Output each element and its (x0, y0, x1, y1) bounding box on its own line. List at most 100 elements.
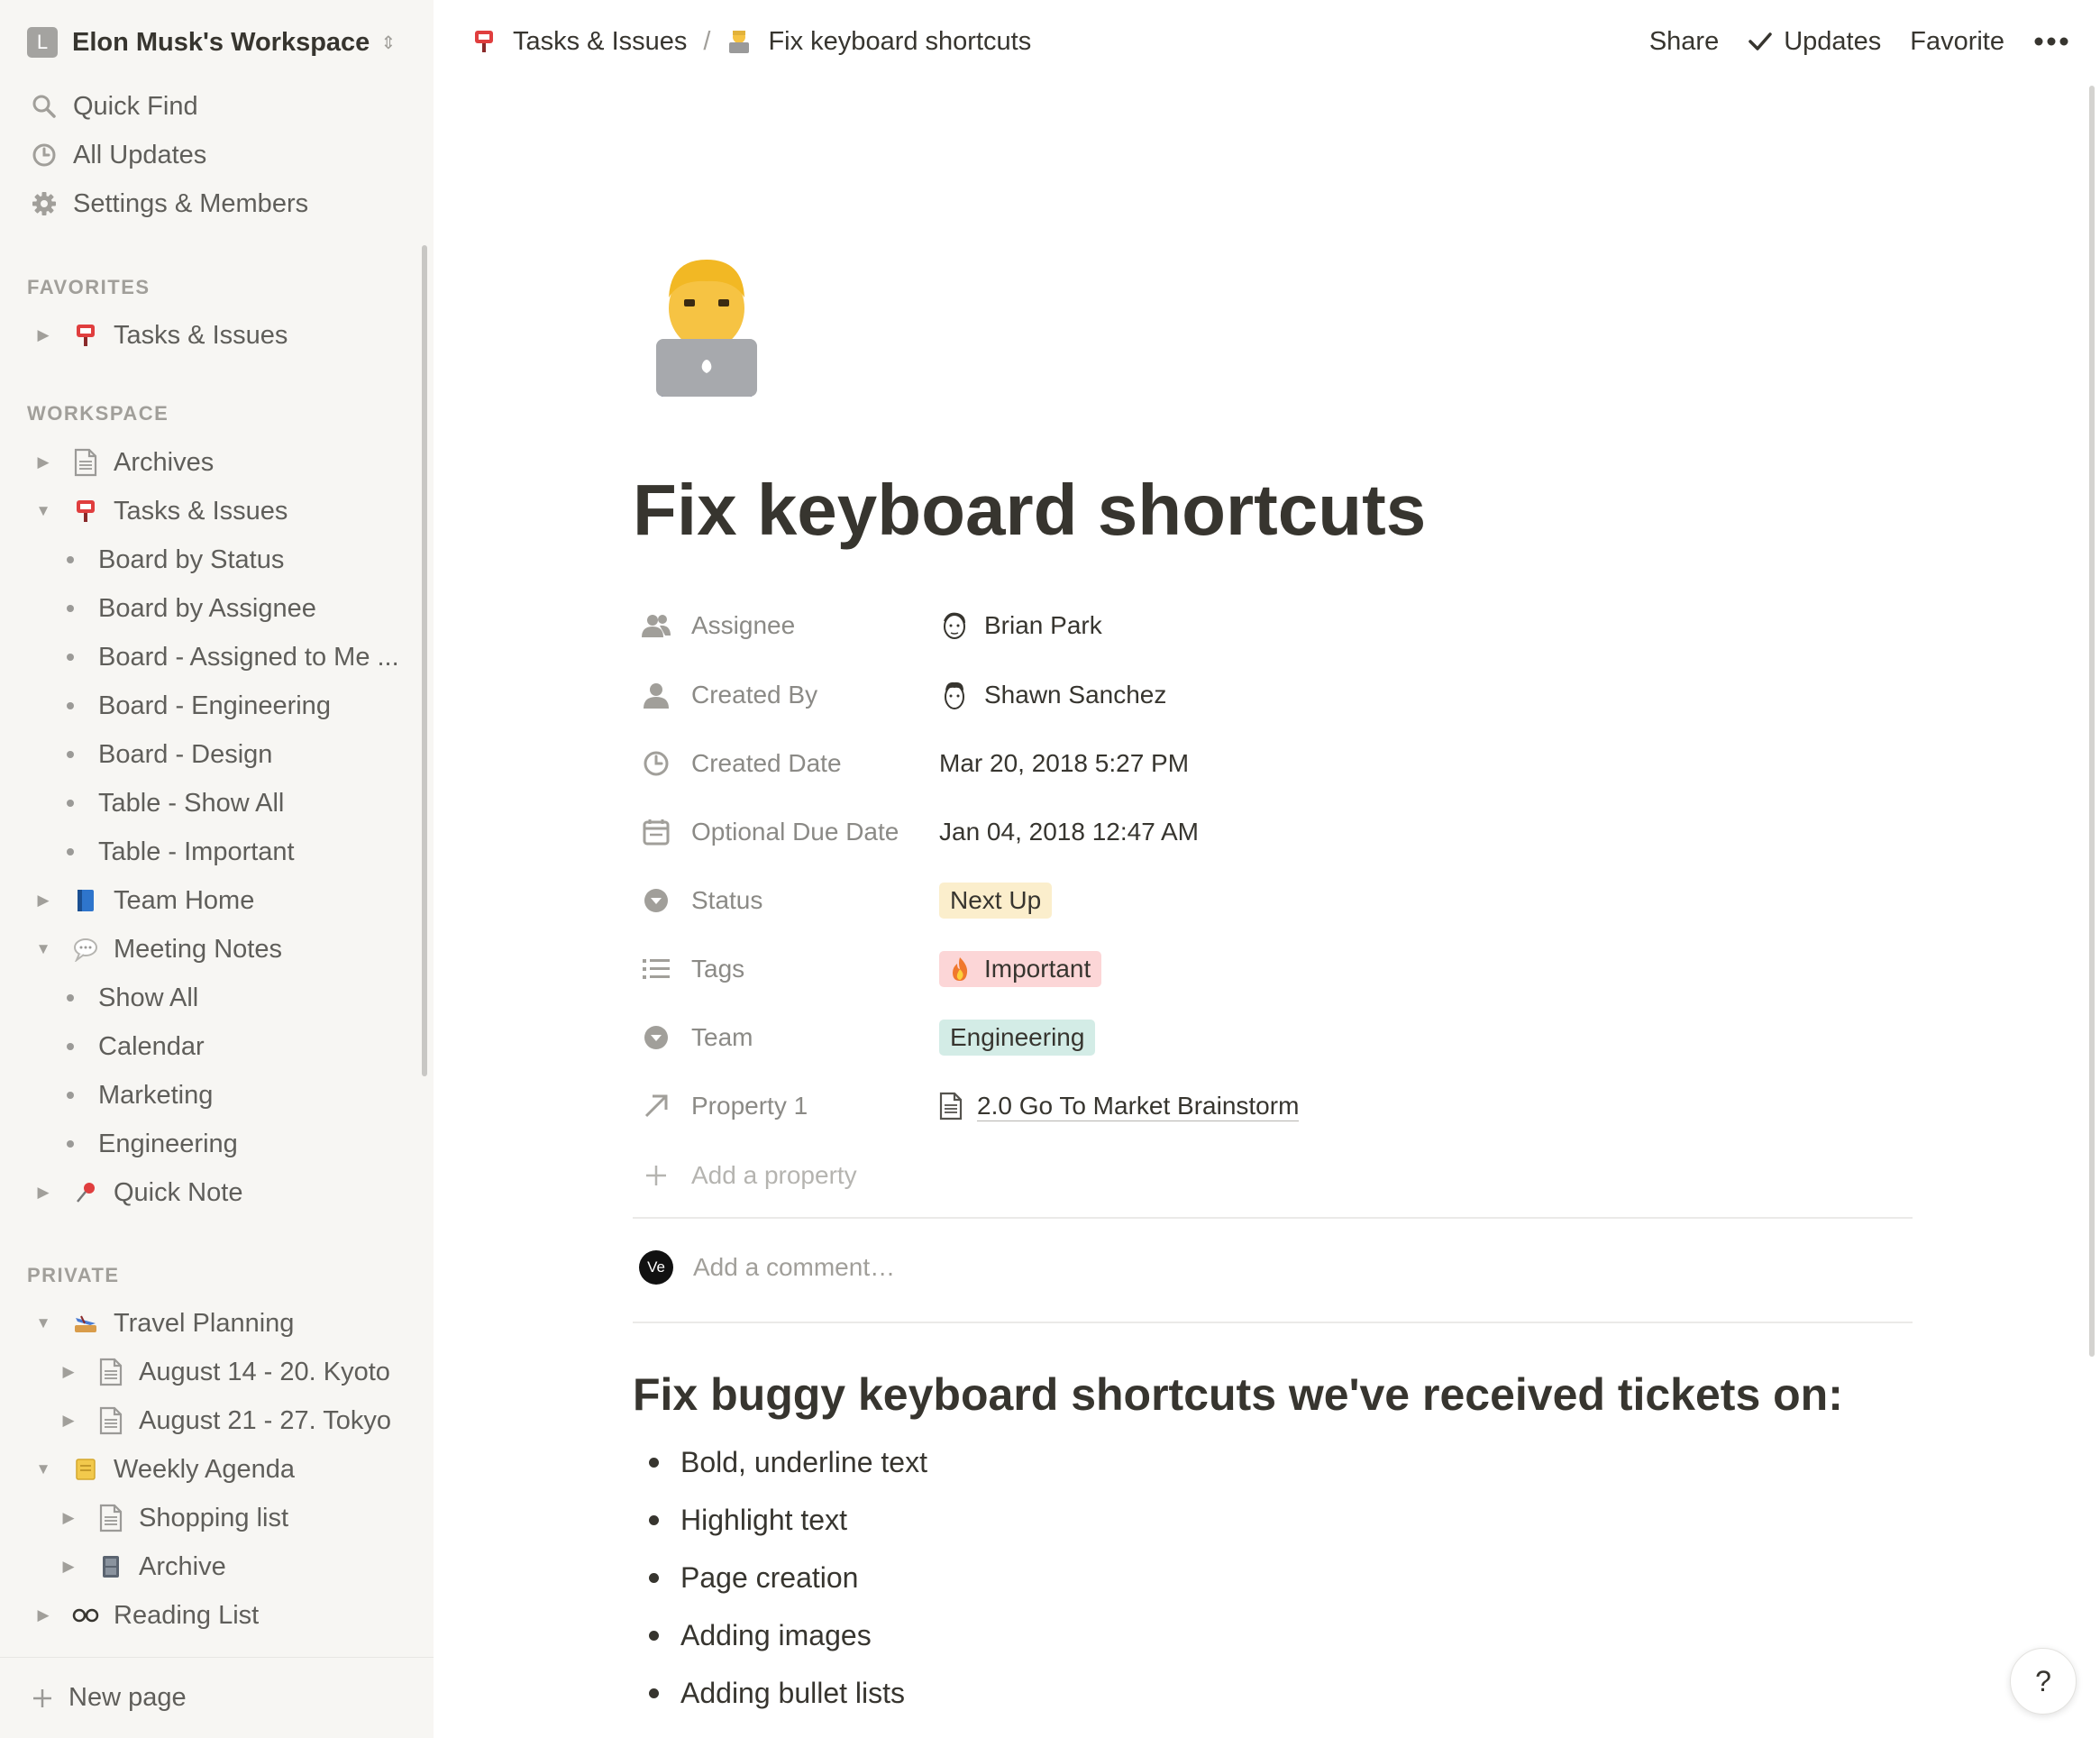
sidebar-item-table-show-all[interactable]: Table - Show All (0, 779, 434, 828)
bullet-dot (67, 848, 74, 855)
page-icon (96, 1405, 126, 1436)
updates-button[interactable]: Updates (1748, 27, 1881, 57)
sidebar-favorite-tasks[interactable]: ▶ Tasks & Issues (0, 311, 434, 360)
triangle-right-icon[interactable]: ▶ (58, 1509, 79, 1527)
list-item[interactable]: Bold, underline text (633, 1437, 927, 1487)
clock-icon (641, 748, 671, 779)
sidebar-item-reading-list[interactable]: ▶ Reading List (0, 1591, 434, 1640)
triangle-right-icon[interactable]: ▶ (32, 1184, 54, 1202)
property-label: Assignee (691, 611, 796, 639)
sidebar-item-board-assigned-to-me[interactable]: Board - Assigned to Me ... (0, 633, 434, 681)
comment-input[interactable]: Add a comment… (693, 1253, 895, 1282)
comment-row[interactable]: Ve Add a comment… (633, 1242, 895, 1293)
status-badge: Next Up (939, 883, 1053, 919)
property-due-date[interactable]: Optional Due Date Jan 04, 2018 12:47 AM (633, 805, 1913, 859)
new-page-button[interactable]: New page (0, 1657, 434, 1738)
workspace-switcher[interactable]: L Elon Musk's Workspace ⇕ (27, 22, 396, 63)
triangle-right-icon[interactable]: ▶ (32, 892, 54, 910)
triangle-right-icon[interactable]: ▶ (32, 453, 54, 471)
sidebar-item-marketing[interactable]: Marketing (0, 1071, 434, 1120)
bullet-dot (67, 994, 74, 1002)
bullet-dot (649, 1572, 659, 1583)
sidebar-item-table-important[interactable]: Table - Important (0, 828, 434, 876)
property-label: Team (691, 1023, 753, 1051)
triangle-down-icon[interactable]: ▼ (32, 940, 54, 958)
triangle-right-icon[interactable]: ▶ (32, 326, 54, 344)
bullet-dot (649, 1457, 659, 1468)
workspace-header: WORKSPACE (27, 402, 169, 425)
triangle-right-icon[interactable]: ▶ (58, 1558, 79, 1576)
sidebar-item-travel-planning[interactable]: ▼ Travel Planning (0, 1299, 434, 1348)
sidebar-scrollbar[interactable] (422, 245, 427, 1076)
list-item[interactable]: Page creation (633, 1552, 858, 1603)
help-button[interactable]: ? (2010, 1648, 2077, 1715)
sidebar-item-engineering[interactable]: Engineering (0, 1120, 434, 1168)
list-item[interactable]: Adding bullet lists (633, 1668, 905, 1718)
property-label: Optional Due Date (691, 818, 899, 846)
triangle-right-icon[interactable]: ▶ (58, 1412, 79, 1430)
sidebar-item-board-by-status[interactable]: Board by Status (0, 535, 434, 584)
fire-icon (950, 956, 970, 982)
sidebar-item-shopping-list[interactable]: ▶ Shopping list (0, 1494, 434, 1542)
favorite-button[interactable]: Favorite (1910, 27, 2004, 57)
sidebar-item-quick-note[interactable]: ▶ Quick Note (0, 1168, 434, 1217)
list-item[interactable]: Adding images (633, 1610, 872, 1660)
breadcrumb-current-page[interactable]: Fix keyboard shortcuts (768, 27, 1031, 57)
sidebar-item-show-all[interactable]: Show All (0, 974, 434, 1022)
bullet-dot (649, 1630, 659, 1641)
sidebar-item-archive[interactable]: ▶ Archive (0, 1542, 434, 1591)
sidebar-item-calendar[interactable]: Calendar (0, 1022, 434, 1071)
triangle-right-icon[interactable]: ▶ (32, 1606, 54, 1624)
select-icon (641, 1022, 671, 1053)
property-label: Property 1 (691, 1092, 808, 1120)
more-options-icon[interactable] (2033, 36, 2069, 47)
property-status[interactable]: Status Next Up (633, 874, 1913, 928)
blue-book-icon (70, 885, 101, 916)
main-scrollbar[interactable] (2089, 86, 2095, 1357)
property-assignee[interactable]: Assignee Brian Park (633, 599, 1913, 653)
triangle-down-icon[interactable]: ▼ (32, 1314, 54, 1332)
sidebar-item-august-kyoto[interactable]: ▶ August 14 - 20. Kyoto (0, 1348, 434, 1396)
triangle-right-icon[interactable]: ▶ (58, 1363, 79, 1381)
relation-link[interactable]: 2.0 Go To Market Brainstorm (977, 1092, 1300, 1121)
bullet-dot (67, 1092, 74, 1099)
property-relation[interactable]: Property 1 2.0 Go To Market Brainstorm (633, 1079, 1913, 1133)
bullet-dot (67, 702, 74, 709)
note-icon (70, 1454, 101, 1485)
sidebar-item-archives[interactable]: ▶ Archives (0, 438, 434, 487)
property-value: Jan 04, 2018 12:47 AM (939, 818, 1199, 846)
plane-icon (70, 1308, 101, 1339)
property-tags[interactable]: Tags Important (633, 942, 1913, 996)
share-button[interactable]: Share (1649, 27, 1719, 57)
triangle-down-icon[interactable]: ▼ (32, 502, 54, 520)
property-created-date[interactable]: Created Date Mar 20, 2018 5:27 PM (633, 736, 1913, 791)
sidebar-item-board-engineering[interactable]: Board - Engineering (0, 681, 434, 730)
sidebar-quick-find[interactable]: Quick Find (0, 82, 434, 131)
content-heading[interactable]: Fix buggy keyboard shortcuts we've recei… (633, 1368, 1843, 1421)
property-team[interactable]: Team Engineering (633, 1011, 1913, 1065)
sidebar-item-august-tokyo[interactable]: ▶ August 21 - 27. Tokyo (0, 1396, 434, 1445)
technologist-icon[interactable] (644, 252, 770, 401)
sidebar-settings[interactable]: Settings & Members (0, 179, 434, 228)
sidebar-item-meeting-notes[interactable]: ▼ Meeting Notes (0, 925, 434, 974)
sidebar-item-board-by-assignee[interactable]: Board by Assignee (0, 584, 434, 633)
add-property-button[interactable]: Add a property (633, 1148, 1913, 1203)
breadcrumb-tasks-issues[interactable]: Tasks & Issues (513, 27, 687, 57)
triangle-down-icon[interactable]: ▼ (32, 1460, 54, 1478)
red-mailbox-icon (473, 29, 495, 54)
gear-icon (29, 188, 59, 219)
plus-icon (641, 1160, 671, 1191)
sidebar-all-updates[interactable]: All Updates (0, 131, 434, 179)
page-icon (939, 1092, 963, 1121)
property-created-by[interactable]: Created By Shawn Sanchez (633, 668, 1913, 722)
sidebar-item-board-design[interactable]: Board - Design (0, 730, 434, 779)
bullet-dot (67, 1043, 74, 1050)
property-value: Mar 20, 2018 5:27 PM (939, 749, 1190, 777)
list-item[interactable]: Highlight text (633, 1495, 847, 1545)
glasses-icon (70, 1600, 101, 1631)
sidebar-item-weekly-agenda[interactable]: ▼ Weekly Agenda (0, 1445, 434, 1494)
sidebar-item-team-home[interactable]: ▶ Team Home (0, 876, 434, 925)
sidebar-item-tasks-issues[interactable]: ▼ Tasks & Issues (0, 487, 434, 535)
page-title[interactable]: Fix keyboard shortcuts (633, 469, 1426, 552)
property-label: Created By (691, 681, 818, 709)
